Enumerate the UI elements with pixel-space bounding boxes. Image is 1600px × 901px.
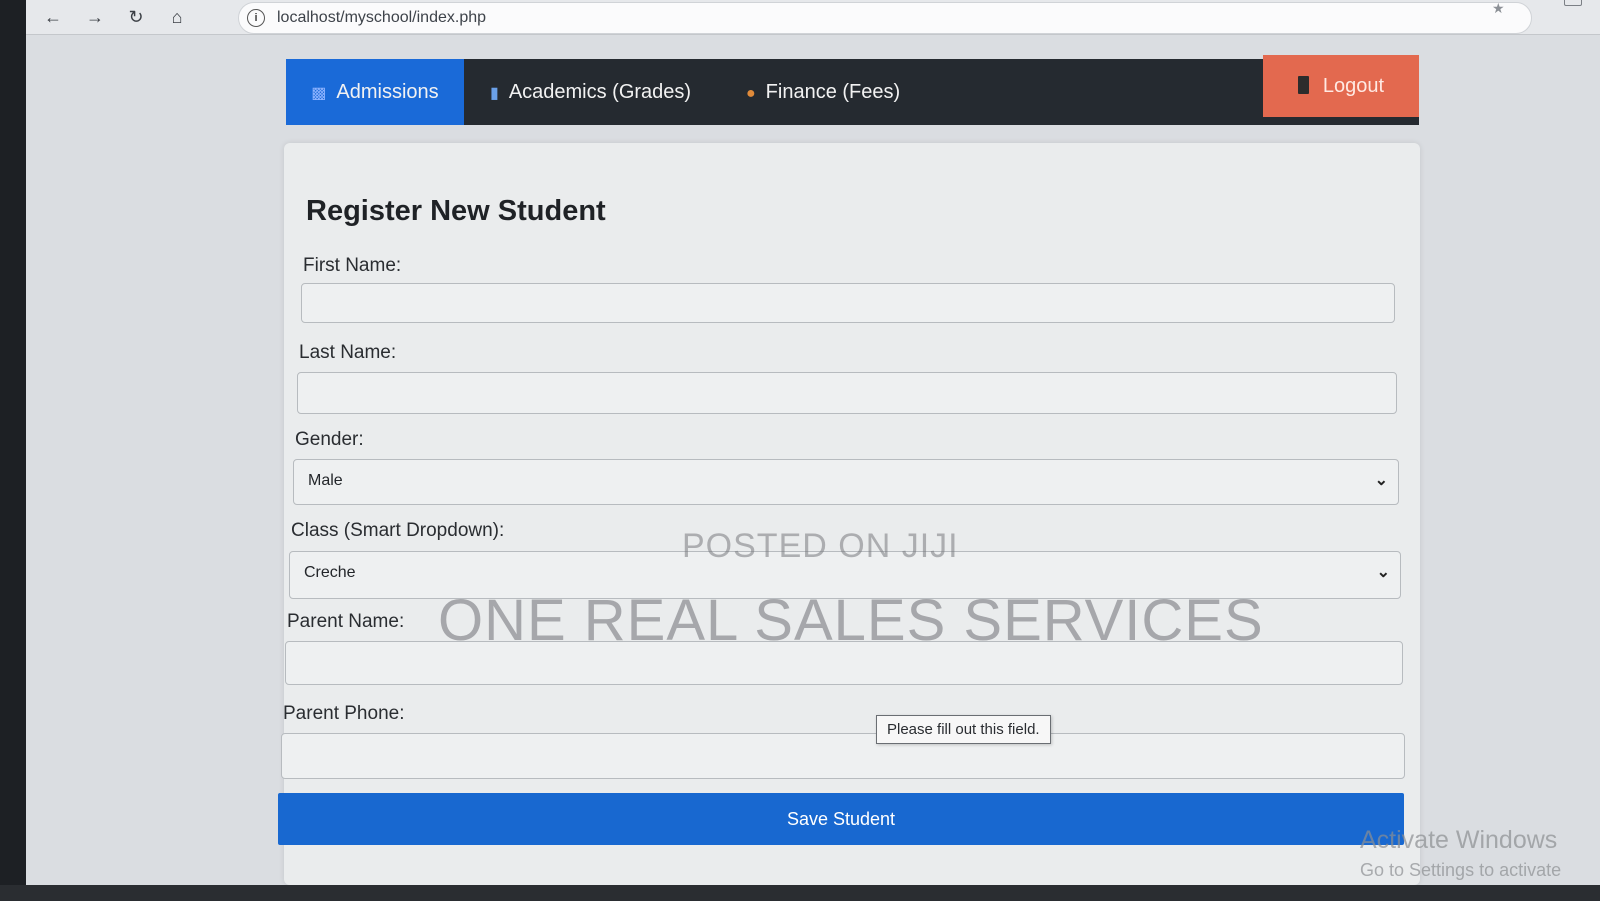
class-select[interactable]: Creche ⌄ xyxy=(289,551,1401,599)
nav-tab-academics[interactable]: ▮ Academics (Grades) xyxy=(490,59,691,125)
last-name-label: Last Name: xyxy=(299,342,397,363)
logout-button[interactable]: Logout xyxy=(1263,55,1419,117)
nav-tab-label: Finance (Fees) xyxy=(765,81,901,103)
door-icon xyxy=(1297,76,1309,94)
forward-arrow-icon[interactable]: → xyxy=(82,4,108,30)
parent-phone-field[interactable] xyxy=(281,733,1405,779)
home-icon[interactable]: ⌂ xyxy=(164,4,190,30)
reload-icon[interactable]: ↻ xyxy=(123,4,149,30)
window-icon[interactable] xyxy=(1564,0,1582,6)
nav-tab-finance[interactable]: ● Finance (Fees) xyxy=(746,59,900,125)
first-name-label: First Name: xyxy=(303,255,402,276)
last-name-field[interactable] xyxy=(297,372,1397,414)
screen-bezel-bottom xyxy=(0,885,1600,901)
screen-bezel xyxy=(0,0,26,901)
validation-tooltip: Please fill out this field. xyxy=(876,715,1051,744)
gender-select[interactable]: Male ⌄ xyxy=(293,459,1399,505)
back-arrow-icon[interactable]: ← xyxy=(40,4,66,30)
parent-name-label: Parent Name: xyxy=(287,611,405,632)
chevron-down-icon: ⌄ xyxy=(1374,472,1388,489)
top-navigation: ▩ Admissions ▮ Academics (Grades) ● Finance… xyxy=(286,55,1419,125)
parent-name-input[interactable] xyxy=(286,642,1402,684)
browser-toolbar: ← → ↻ ⌂ i localhost/myschool/index.php ★ xyxy=(26,0,1600,35)
nav-tab-label: Academics (Grades) xyxy=(508,81,692,103)
first-name-input[interactable] xyxy=(302,284,1394,322)
nav-tab-admissions[interactable]: ▩ Admissions xyxy=(286,59,464,125)
address-bar[interactable]: i localhost/myschool/index.php xyxy=(238,2,1532,34)
parent-name-field[interactable] xyxy=(285,641,1403,685)
chevron-down-icon: ⌄ xyxy=(1376,564,1390,581)
nav-tab-label: Admissions xyxy=(336,81,439,103)
app-area: ▩ Admissions ▮ Academics (Grades) ● Finance… xyxy=(26,35,1600,885)
document-icon: ▩ xyxy=(311,85,327,102)
site-info-icon[interactable]: i xyxy=(247,9,265,27)
parent-phone-label: Parent Phone: xyxy=(283,703,405,724)
register-student-card: Register New Student First Name: Last Na… xyxy=(278,143,1420,885)
parent-phone-input[interactable] xyxy=(282,734,1404,778)
form-title: Register New Student xyxy=(306,195,606,227)
url-text: localhost/myschool/index.php xyxy=(277,9,487,26)
first-name-field[interactable] xyxy=(301,283,1395,323)
last-name-input[interactable] xyxy=(298,373,1396,413)
gender-label: Gender: xyxy=(295,429,364,450)
books-icon: ▮ xyxy=(490,85,499,102)
save-student-button[interactable]: Save Student xyxy=(278,793,1404,845)
gender-selected-value: Male xyxy=(308,472,343,489)
bookmark-icon[interactable]: ★ xyxy=(1492,0,1505,17)
money-bag-icon: ● xyxy=(746,85,756,102)
class-label: Class (Smart Dropdown): xyxy=(291,520,505,541)
logout-label: Logout xyxy=(1322,75,1385,97)
class-selected-value: Creche xyxy=(304,564,356,581)
